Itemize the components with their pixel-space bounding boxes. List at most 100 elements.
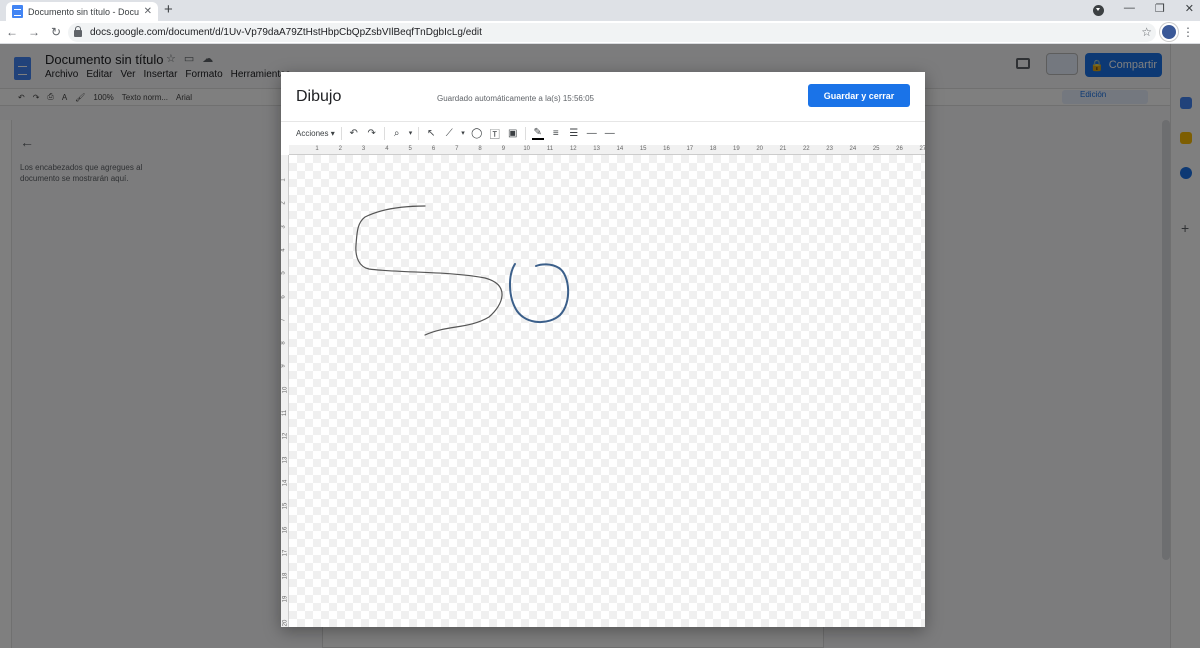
- ruler-tick-label: 14: [282, 479, 289, 487]
- ruler-tick-label: 8: [478, 146, 482, 152]
- ruler-tick-label: 23: [826, 146, 833, 152]
- ruler-tick-label: 17: [686, 146, 694, 152]
- close-window-button[interactable]: ✕: [1185, 2, 1194, 16]
- browser-nav-bar: ← → ↻ docs.google.com/document/d/1Uv-Vp7…: [0, 21, 1200, 44]
- maximize-button[interactable]: ❐: [1155, 2, 1165, 16]
- ruler-tick-label: 10: [282, 386, 289, 394]
- new-tab-button[interactable]: +: [164, 2, 173, 18]
- save-and-close-button[interactable]: Guardar y cerrar: [808, 84, 910, 107]
- ruler-tick-label: 24: [849, 146, 857, 152]
- shape-tool-icon[interactable]: ◯: [471, 128, 483, 139]
- text-box-icon[interactable]: 🅃: [489, 126, 501, 141]
- drawing-toolbar: Acciones ▾ ↶ ↷ ⌕ ▾ ↖ ⟋ ▾ ◯ 🅃 ▣ ✎ ≡ ☰ — —: [281, 121, 925, 144]
- ruler-tick-label: 26: [896, 146, 903, 152]
- separator: [383, 126, 385, 140]
- browser-tab[interactable]: Documento sin título - Documen ✕: [6, 2, 158, 21]
- line-tool-icon[interactable]: ⟋: [443, 128, 455, 139]
- back-arrow-icon[interactable]: ←: [2, 25, 22, 39]
- ruler-tick-label: 2: [280, 201, 287, 205]
- horizontal-ruler: 1 2 3 4 5 6 7 8 9 10 11 12 13 14 15 16 17 18 19 20 21 22 23 24 2…: [289, 145, 927, 155]
- window-controls: — ❐ ✕: [1092, 2, 1194, 16]
- lock-icon: [74, 26, 82, 37]
- separator: [524, 126, 526, 140]
- ruler-tick-label: 5: [408, 146, 412, 152]
- ruler-tick-label: 7: [455, 146, 459, 152]
- line-start-icon[interactable]: —: [586, 128, 598, 139]
- forward-arrow-icon[interactable]: →: [24, 25, 44, 39]
- actions-menu[interactable]: Acciones ▾: [296, 129, 335, 138]
- ruler-tick-label: 18: [709, 146, 717, 152]
- ruler-tick-label: 3: [361, 146, 366, 152]
- ruler-tick-label: 20: [282, 619, 289, 627]
- redo-icon[interactable]: ↷: [366, 128, 378, 139]
- vertical-ruler: 1 2 3 4 5 6 7 8 9 10 11 12 13 14 15 16 17 18 19 20: [281, 155, 289, 627]
- ruler-tick-label: 12: [282, 432, 289, 440]
- ruler-tick-label: 19: [733, 146, 740, 152]
- border-dash-icon[interactable]: ☰: [568, 128, 580, 139]
- dialog-title: Dibujo: [296, 88, 342, 105]
- ruler-tick-label: 17: [282, 549, 289, 557]
- ruler-tick-label: 16: [282, 526, 289, 533]
- ruler-tick-label: 16: [663, 146, 670, 152]
- ruler-tick-label: 13: [282, 456, 289, 463]
- line-dropdown-icon[interactable]: ▾: [461, 129, 465, 137]
- ruler-tick-label: 1: [280, 178, 287, 182]
- profile-down-icon[interactable]: [1092, 5, 1104, 16]
- ruler-tick-label: 13: [593, 146, 600, 152]
- freehand-stroke-0[interactable]: [509, 263, 570, 323]
- ruler-tick-label: 3: [280, 224, 287, 229]
- ruler-tick-label: 15: [282, 502, 289, 510]
- ruler-tick-label: 19: [282, 596, 289, 603]
- address-bar[interactable]: docs.google.com/document/d/1Uv-Vp79daA79…: [68, 23, 1156, 42]
- reload-icon[interactable]: ↻: [46, 25, 66, 39]
- url-text: docs.google.com/document/d/1Uv-Vp79daA79…: [90, 27, 482, 38]
- ruler-tick-label: 11: [546, 146, 554, 152]
- ruler-tick-label: 11: [282, 409, 289, 417]
- ruler-tick-label: 4: [385, 146, 389, 152]
- line-end-icon[interactable]: —: [604, 128, 616, 139]
- border-color-icon[interactable]: ✎: [531, 127, 544, 140]
- ruler-tick-label: 15: [639, 146, 647, 152]
- profile-avatar[interactable]: [1160, 23, 1178, 41]
- ruler-tick-label: 6: [280, 294, 287, 299]
- browser-tab-bar: Documento sin título - Documen ✕ + — ❐ ✕: [0, 0, 1200, 21]
- ruler-tick-label: 7: [280, 318, 287, 322]
- drawing-canvas[interactable]: [289, 155, 925, 627]
- zoom-dropdown-icon[interactable]: ▾: [409, 129, 413, 137]
- border-weight-icon[interactable]: ≡: [550, 128, 562, 139]
- separator: [340, 126, 342, 140]
- ruler-tick-label: 4: [280, 248, 287, 252]
- ruler-tick-label: 18: [282, 572, 289, 580]
- image-icon[interactable]: ▣: [507, 128, 519, 139]
- select-arrow-icon[interactable]: ↖: [425, 128, 437, 139]
- drawing-dialog: Dibujo Guardado automáticamente a la(s) …: [281, 72, 927, 627]
- undo-icon[interactable]: ↶: [348, 128, 360, 139]
- ruler-tick-label: 12: [569, 146, 577, 152]
- ruler-tick-label: 5: [280, 271, 287, 275]
- ruler-tick-label: 8: [280, 341, 287, 345]
- ruler-tick-label: 6: [431, 146, 436, 152]
- ruler-tick-label: 22: [802, 146, 810, 152]
- ruler-tick-label: 21: [779, 146, 787, 152]
- freehand-stroke-5[interactable]: [355, 205, 503, 336]
- ruler-tick-label: 20: [756, 146, 764, 152]
- ruler-tick-label: 10: [523, 146, 531, 152]
- actions-label: Acciones: [296, 128, 329, 138]
- ruler-tick-label: 9: [280, 364, 287, 369]
- bookmark-star-icon[interactable]: ☆: [1141, 25, 1152, 39]
- ruler-tick-label: 9: [501, 146, 506, 152]
- drawing-svg: [355, 205, 570, 336]
- ruler-tick-label: 25: [872, 146, 880, 152]
- tab-title: Documento sin título - Documen: [28, 6, 139, 17]
- google-docs-favicon-icon: [12, 5, 23, 18]
- tab-close-icon[interactable]: ✕: [144, 6, 152, 17]
- minimize-button[interactable]: —: [1124, 2, 1135, 16]
- ruler-tick-label: 2: [338, 146, 342, 152]
- separator: [418, 126, 420, 140]
- ruler-tick-label: 14: [616, 146, 624, 152]
- ruler-tick-label: 1: [315, 146, 319, 152]
- browser-menu-icon[interactable]: ⋮: [1182, 25, 1194, 39]
- ruler-tick-label: 27: [919, 146, 927, 152]
- zoom-icon[interactable]: ⌕: [391, 128, 403, 139]
- autosave-status: Guardado automáticamente a la(s) 15:56:0…: [437, 94, 594, 103]
